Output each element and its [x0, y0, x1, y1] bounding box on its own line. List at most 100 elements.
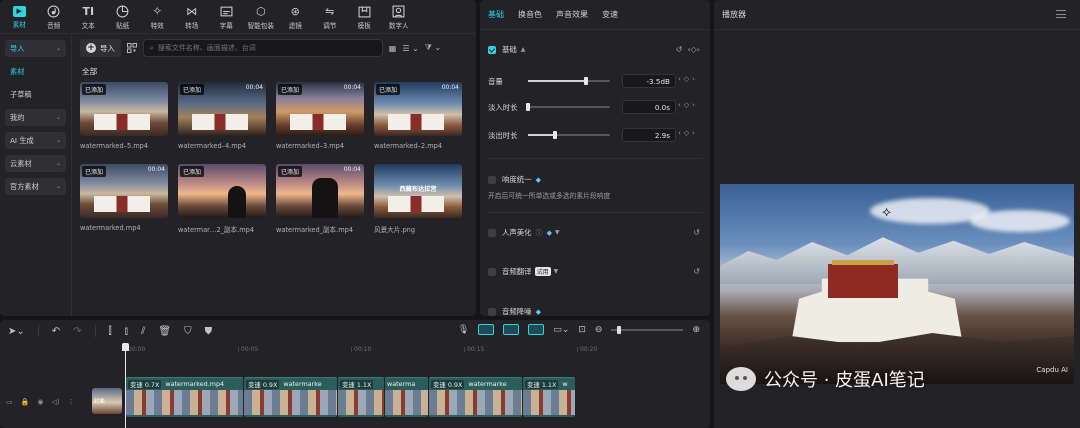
- fadeout-value[interactable]: 2.9s: [622, 128, 676, 142]
- voice-beauty-checkbox[interactable]: [488, 228, 496, 237]
- fadein-slider[interactable]: [526, 103, 610, 111]
- select-tool-icon[interactable]: ➤⌄: [8, 326, 25, 337]
- translate-checkbox[interactable]: [488, 267, 496, 276]
- media-thumbnail[interactable]: 已添加 00:04 watermarked_副本.mp4: [276, 164, 364, 246]
- zoom-slider[interactable]: [611, 325, 684, 334]
- ratio-icon[interactable]: ▭⌄: [553, 325, 569, 335]
- media-thumbnail[interactable]: 已添加 watermarked–5.mp4: [80, 82, 168, 164]
- sidebar-item[interactable]: 我的 ⌄: [5, 109, 66, 126]
- info-icon[interactable]: ⓘ: [536, 228, 543, 238]
- collapse-icon[interactable]: ▲: [521, 46, 526, 53]
- video-clip[interactable]: 变速 1.1X: [338, 377, 384, 417]
- thumbnail-image[interactable]: 西藏布达拉宫: [374, 164, 462, 218]
- time-ruler[interactable]: 00:00 00:05 00:10 00:15 00:20: [124, 346, 710, 356]
- menu-icon[interactable]: [1056, 10, 1066, 18]
- volume-slider[interactable]: [528, 77, 610, 85]
- undo-icon[interactable]: ↶: [52, 326, 60, 337]
- search-input[interactable]: [157, 44, 368, 52]
- basic-section-header[interactable]: 基础 ▲ ↺ ‹◇›: [488, 44, 700, 55]
- speaker-icon[interactable]: ◁): [51, 398, 59, 406]
- video-clip[interactable]: 变速 0.9X watermarke: [429, 377, 522, 417]
- reset-icon[interactable]: ↺: [676, 45, 683, 54]
- shield-icon[interactable]: ⛊: [205, 326, 213, 337]
- magnet-toggle-icon[interactable]: [503, 324, 520, 335]
- thumbnail-image[interactable]: 已添加 00:04: [276, 82, 364, 136]
- video-preview[interactable]: ⟡: [720, 184, 1074, 384]
- media-thumbnail[interactable]: 西藏布达拉宫 风景大片.png: [374, 164, 462, 246]
- link-toggle-icon[interactable]: [478, 324, 495, 335]
- playhead[interactable]: [122, 343, 129, 428]
- fadein-value[interactable]: 0.0s: [622, 100, 676, 114]
- keyframe-icon[interactable]: ‹◇›: [687, 45, 700, 54]
- basic-checkbox[interactable]: [488, 45, 496, 54]
- fadeout-knob[interactable]: [553, 131, 558, 139]
- delete-icon[interactable]: 🗑: [158, 326, 171, 337]
- cover-icon[interactable]: ▭: [6, 398, 13, 406]
- mark-icon[interactable]: ⛉: [184, 326, 192, 337]
- filter-icon[interactable]: ⧩ ⌄: [425, 43, 441, 53]
- chevron-down-icon[interactable]: ▼: [554, 268, 559, 275]
- video-clip[interactable]: 变速 1.1X w: [523, 377, 575, 417]
- search-box[interactable]: ⌕: [142, 39, 383, 57]
- props-tab[interactable]: 基础: [488, 9, 504, 20]
- qr-icon[interactable]: [126, 43, 137, 53]
- volume-knob[interactable]: [584, 77, 589, 85]
- microphone-icon[interactable]: 🎙: [458, 325, 469, 335]
- more-icon[interactable]: ⋮: [68, 398, 75, 406]
- zoom-in-icon[interactable]: ⊕: [692, 325, 700, 335]
- reset-icon[interactable]: ↺: [693, 228, 700, 237]
- loudness-checkbox[interactable]: [488, 175, 496, 184]
- reset-icon[interactable]: ↺: [693, 267, 700, 276]
- split-right-icon[interactable]: ⫽: [141, 326, 145, 337]
- video-clip[interactable]: waterma: [385, 377, 428, 417]
- import-button[interactable]: + 导入: [80, 39, 121, 57]
- zoom-knob[interactable]: [617, 325, 622, 334]
- video-clip[interactable]: 变速 0.9X watermarke: [244, 377, 337, 417]
- fit-icon[interactable]: ⊡: [578, 325, 586, 335]
- split-icon[interactable]: ⫿: [109, 326, 112, 337]
- toolbar-item-smart-package[interactable]: ⬡ 智能包装: [244, 0, 279, 34]
- sidebar-item[interactable]: AI 生成 ⌄: [5, 132, 66, 149]
- sidebar-item[interactable]: 导入 ⌄: [5, 40, 66, 57]
- toolbar-item-effects[interactable]: ✧ 特效: [140, 0, 175, 34]
- fadeout-slider[interactable]: [528, 131, 610, 139]
- toolbar-item-adjust[interactable]: ⇋ 调节: [313, 0, 348, 34]
- props-tab[interactable]: 换音色: [518, 9, 542, 20]
- media-thumbnail[interactable]: 已添加 watermar…2_副本.mp4: [178, 164, 266, 246]
- sidebar-item[interactable]: 官方素材 ⌄: [5, 178, 66, 195]
- thumbnail-image[interactable]: 已添加 00:04: [80, 164, 168, 218]
- thumbnail-image[interactable]: 已添加: [178, 164, 266, 218]
- eye-icon[interactable]: ◉: [37, 398, 43, 406]
- thumbnail-image[interactable]: 已添加: [80, 82, 168, 136]
- thumbnail-image[interactable]: 已添加 00:04: [178, 82, 266, 136]
- toolbar-item-text[interactable]: TI 文本: [71, 0, 106, 34]
- media-thumbnail[interactable]: 已添加 00:04 watermarked–3.mp4: [276, 82, 364, 164]
- toolbar-item-sticker[interactable]: 贴纸: [106, 0, 141, 34]
- split-left-icon[interactable]: ⫾: [125, 326, 128, 337]
- fadein-keyframe-icon[interactable]: ‹◇›: [678, 101, 698, 109]
- media-thumbnail[interactable]: 已添加 00:04 watermarked–2.mp4: [374, 82, 462, 164]
- toolbar-item-filter[interactable]: ⊛ 滤镜: [278, 0, 313, 34]
- fadeout-keyframe-icon[interactable]: ‹◇›: [678, 129, 698, 137]
- preview-axis-icon[interactable]: [528, 324, 545, 335]
- cover-thumbnail[interactable]: 封面: [92, 388, 122, 414]
- chevron-down-icon[interactable]: ▼: [555, 229, 560, 236]
- redo-icon[interactable]: ↷: [73, 326, 81, 337]
- sort-icon[interactable]: ☰ ⌄: [402, 44, 418, 53]
- video-clip[interactable]: 变速 0.7X watermarked.mp4: [126, 377, 243, 417]
- media-thumbnail[interactable]: 已添加 00:04 watermarked.mp4: [80, 164, 168, 246]
- volume-value[interactable]: -3.5dB: [622, 74, 676, 88]
- props-tab[interactable]: 变速: [602, 9, 618, 20]
- toolbar-item-template[interactable]: 模板: [347, 0, 382, 34]
- volume-keyframe-icon[interactable]: ‹◇›: [678, 75, 698, 83]
- toolbar-item-digital-human[interactable]: 数字人: [382, 0, 417, 34]
- toolbar-item-media[interactable]: ▶ 素材: [2, 0, 37, 34]
- sidebar-item[interactable]: 子草稿: [5, 86, 66, 103]
- media-thumbnail[interactable]: 已添加 00:04 watermarked–4.mp4: [178, 82, 266, 164]
- toolbar-item-subtitle[interactable]: 字幕: [209, 0, 244, 34]
- lock-icon[interactable]: 🔒: [21, 398, 30, 406]
- sidebar-item[interactable]: 素材: [5, 63, 66, 80]
- toolbar-item-transition[interactable]: ⋈ 转场: [175, 0, 210, 34]
- fadein-knob[interactable]: [526, 103, 530, 111]
- zoom-out-icon[interactable]: ⊖: [595, 325, 603, 335]
